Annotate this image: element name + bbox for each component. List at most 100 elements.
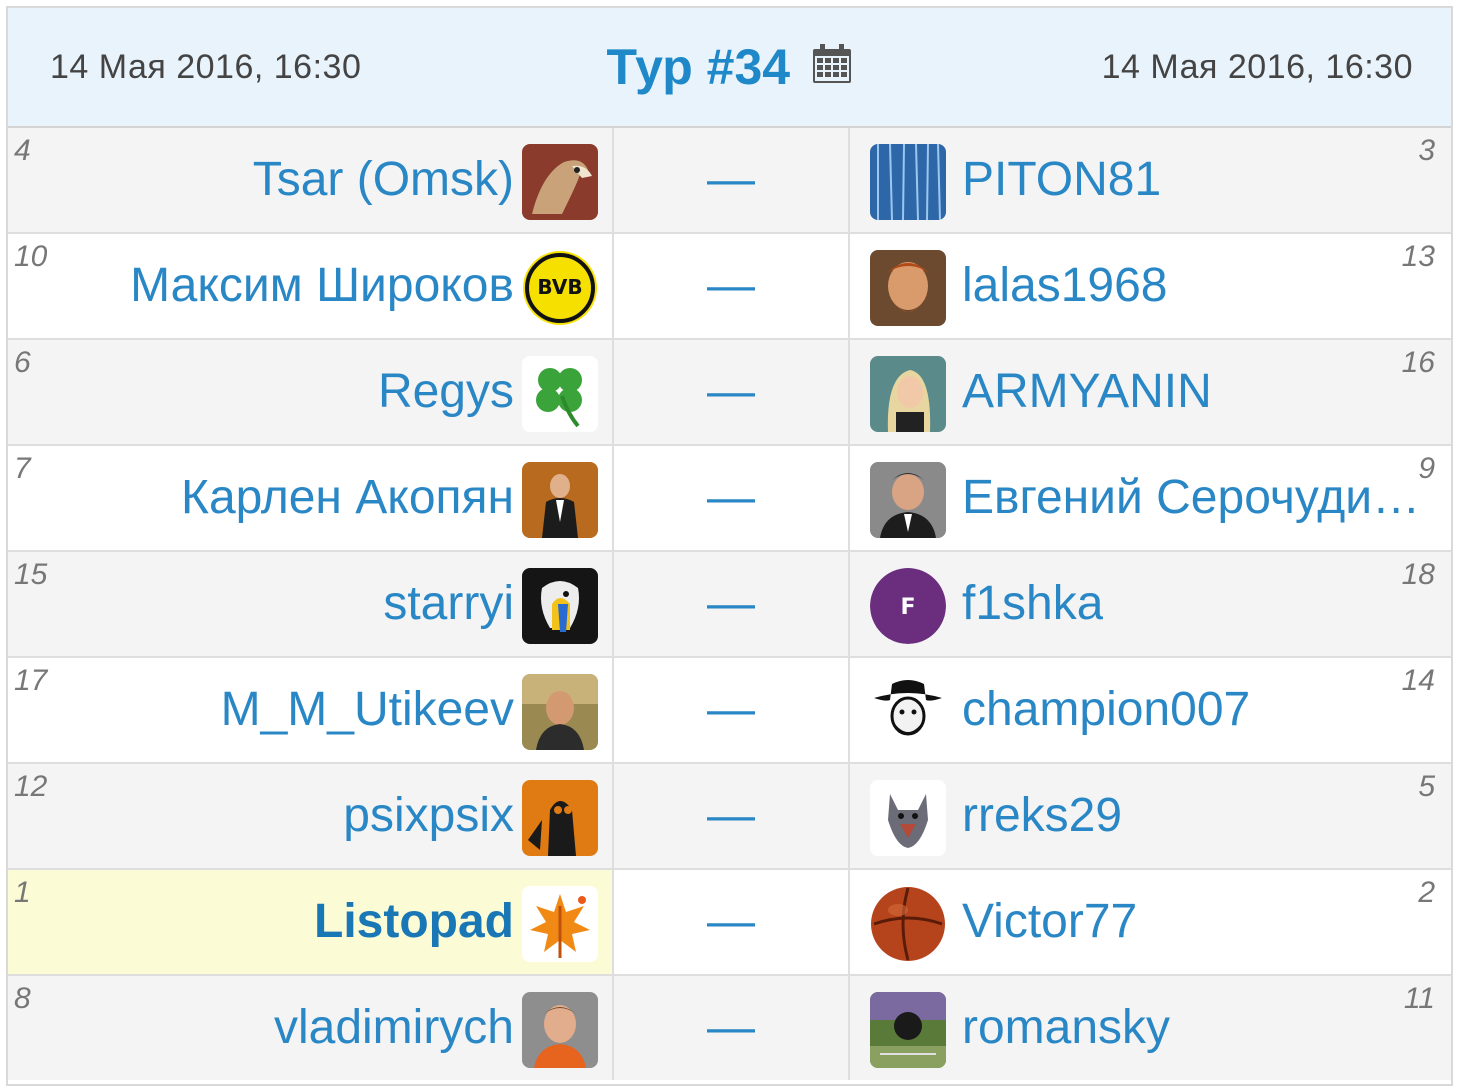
away-position: 2 xyxy=(1418,876,1435,909)
away-position: 9 xyxy=(1418,452,1435,485)
round-fixtures-table: 14 Мая 2016, 16:30 Тур #34 14 Мая 2016, … xyxy=(6,6,1453,1086)
away-position: 14 xyxy=(1401,664,1435,697)
home-player-name[interactable]: vladimirych xyxy=(274,1000,514,1056)
blonde-woman-avatar[interactable] xyxy=(870,356,946,432)
away-player-name[interactable]: champion007 xyxy=(962,682,1250,738)
home-player-name[interactable]: M_M_Utikeev xyxy=(221,682,514,738)
home-player-name[interactable]: psixpsix xyxy=(343,788,514,844)
match-row: 8 vladimirych — romansky 11 xyxy=(8,976,1451,1080)
match-row: 6 Regys — ARMYANIN 16 xyxy=(8,340,1451,446)
home-player-name[interactable]: Listopad xyxy=(314,894,514,950)
letter-f-avatar[interactable]: F xyxy=(870,568,946,644)
away-player-name[interactable]: lalas1968 xyxy=(962,258,1168,314)
match-score[interactable]: — xyxy=(614,870,850,974)
stadium-avatar[interactable] xyxy=(870,992,946,1068)
away-player-name[interactable]: Евгений Серочудинов xyxy=(962,470,1440,526)
parrot-avatar[interactable] xyxy=(522,568,598,644)
away-player-name[interactable]: ARMYANIN xyxy=(962,364,1212,420)
away-player: PITON81 3 xyxy=(850,128,1451,232)
suit-man-avatar[interactable] xyxy=(522,462,598,538)
home-player: 15 starryi xyxy=(8,552,614,656)
home-position: 7 xyxy=(14,452,31,485)
ball-avatar[interactable] xyxy=(870,886,946,962)
score-text: — xyxy=(707,1001,755,1054)
away-player-name[interactable]: romansky xyxy=(962,1000,1170,1056)
wolf-avatar[interactable] xyxy=(870,780,946,856)
avatar-letter: F xyxy=(900,595,915,620)
score-text: — xyxy=(707,895,755,948)
match-list: 4 Tsar (Omsk) — PITON81 3 10 Максим Широ… xyxy=(8,128,1451,1080)
away-player: champion007 14 xyxy=(850,658,1451,762)
calendar-icon[interactable] xyxy=(811,43,853,85)
match-score[interactable]: — xyxy=(614,340,850,444)
match-row: 1 Listopad — Victor77 2 xyxy=(8,870,1451,976)
dark-figure-avatar[interactable] xyxy=(522,780,598,856)
autumn-leaf-avatar[interactable] xyxy=(522,886,598,962)
away-player-name[interactable]: Victor77 xyxy=(962,894,1137,950)
match-score[interactable]: — xyxy=(614,552,850,656)
away-player-name[interactable]: f1shka xyxy=(962,576,1103,632)
home-position: 4 xyxy=(14,134,31,167)
home-player: 10 Максим Широков BVB xyxy=(8,234,614,338)
away-player: F f1shka 18 xyxy=(850,552,1451,656)
home-position: 17 xyxy=(14,664,48,697)
home-player: 6 Regys xyxy=(8,340,614,444)
home-player-highlighted: 1 Listopad xyxy=(8,870,614,974)
eagle-avatar[interactable] xyxy=(522,144,598,220)
score-text: — xyxy=(707,259,755,312)
away-player-name[interactable]: PITON81 xyxy=(962,152,1161,208)
match-score[interactable]: — xyxy=(614,658,850,762)
match-row: 10 Максим Широков BVB — lalas1968 13 xyxy=(8,234,1451,340)
svg-text:BVB: BVB xyxy=(537,275,582,299)
score-text: — xyxy=(707,153,755,206)
round-header: 14 Мая 2016, 16:30 Тур #34 14 Мая 2016, … xyxy=(8,8,1451,128)
round-title[interactable]: Тур #34 xyxy=(606,39,790,95)
match-score[interactable]: — xyxy=(614,446,850,550)
man-portrait-avatar[interactable] xyxy=(870,462,946,538)
match-score[interactable]: — xyxy=(614,128,850,232)
match-row: 12 psixpsix — rreks29 5 xyxy=(8,764,1451,870)
away-position: 18 xyxy=(1401,558,1435,591)
away-player: Евгений Серочудинов 9 xyxy=(850,446,1451,550)
home-position: 6 xyxy=(14,346,31,379)
home-position: 12 xyxy=(14,770,48,803)
young-man-avatar[interactable] xyxy=(522,992,598,1068)
home-player: 4 Tsar (Omsk) xyxy=(8,128,614,232)
home-player: 17 M_M_Utikeev xyxy=(8,658,614,762)
away-player-name[interactable]: rreks29 xyxy=(962,788,1122,844)
away-position: 3 xyxy=(1418,134,1435,167)
away-position: 5 xyxy=(1418,770,1435,803)
score-text: — xyxy=(707,683,755,736)
score-text: — xyxy=(707,471,755,524)
home-player-name[interactable]: starryi xyxy=(383,576,514,632)
man-outdoor-avatar[interactable] xyxy=(522,674,598,750)
clover-avatar[interactable] xyxy=(522,356,598,432)
home-player: 12 psixpsix xyxy=(8,764,614,868)
bearded-man-avatar[interactable] xyxy=(870,250,946,326)
score-text: — xyxy=(707,577,755,630)
match-score[interactable]: — xyxy=(614,234,850,338)
home-player-name[interactable]: Карлен Акопян xyxy=(181,470,514,526)
home-player-name[interactable]: Максим Широков xyxy=(130,258,514,314)
home-player: 8 vladimirych xyxy=(8,976,614,1080)
match-row: 17 M_M_Utikeev — champion007 14 xyxy=(8,658,1451,764)
score-text: — xyxy=(707,365,755,418)
blue-rain-avatar[interactable] xyxy=(870,144,946,220)
away-position: 11 xyxy=(1403,982,1435,1015)
home-player-name[interactable]: Tsar (Omsk) xyxy=(253,152,514,208)
score-text: — xyxy=(707,789,755,842)
round-date-right: 14 Мая 2016, 16:30 xyxy=(1101,48,1413,86)
away-position: 13 xyxy=(1401,240,1435,273)
home-player-name[interactable]: Regys xyxy=(378,364,514,420)
match-score[interactable]: — xyxy=(614,976,850,1080)
match-row: 4 Tsar (Omsk) — PITON81 3 xyxy=(8,128,1451,234)
match-score[interactable]: — xyxy=(614,764,850,868)
away-player: Victor77 2 xyxy=(850,870,1451,974)
match-row: 15 starryi — F f1shka 18 xyxy=(8,552,1451,658)
home-position: 15 xyxy=(14,558,48,591)
away-player: ARMYANIN 16 xyxy=(850,340,1451,444)
bvb-logo-avatar[interactable]: BVB xyxy=(522,250,598,326)
away-position: 16 xyxy=(1401,346,1435,379)
cowboy-avatar[interactable] xyxy=(870,674,946,750)
away-player: rreks29 5 xyxy=(850,764,1451,868)
